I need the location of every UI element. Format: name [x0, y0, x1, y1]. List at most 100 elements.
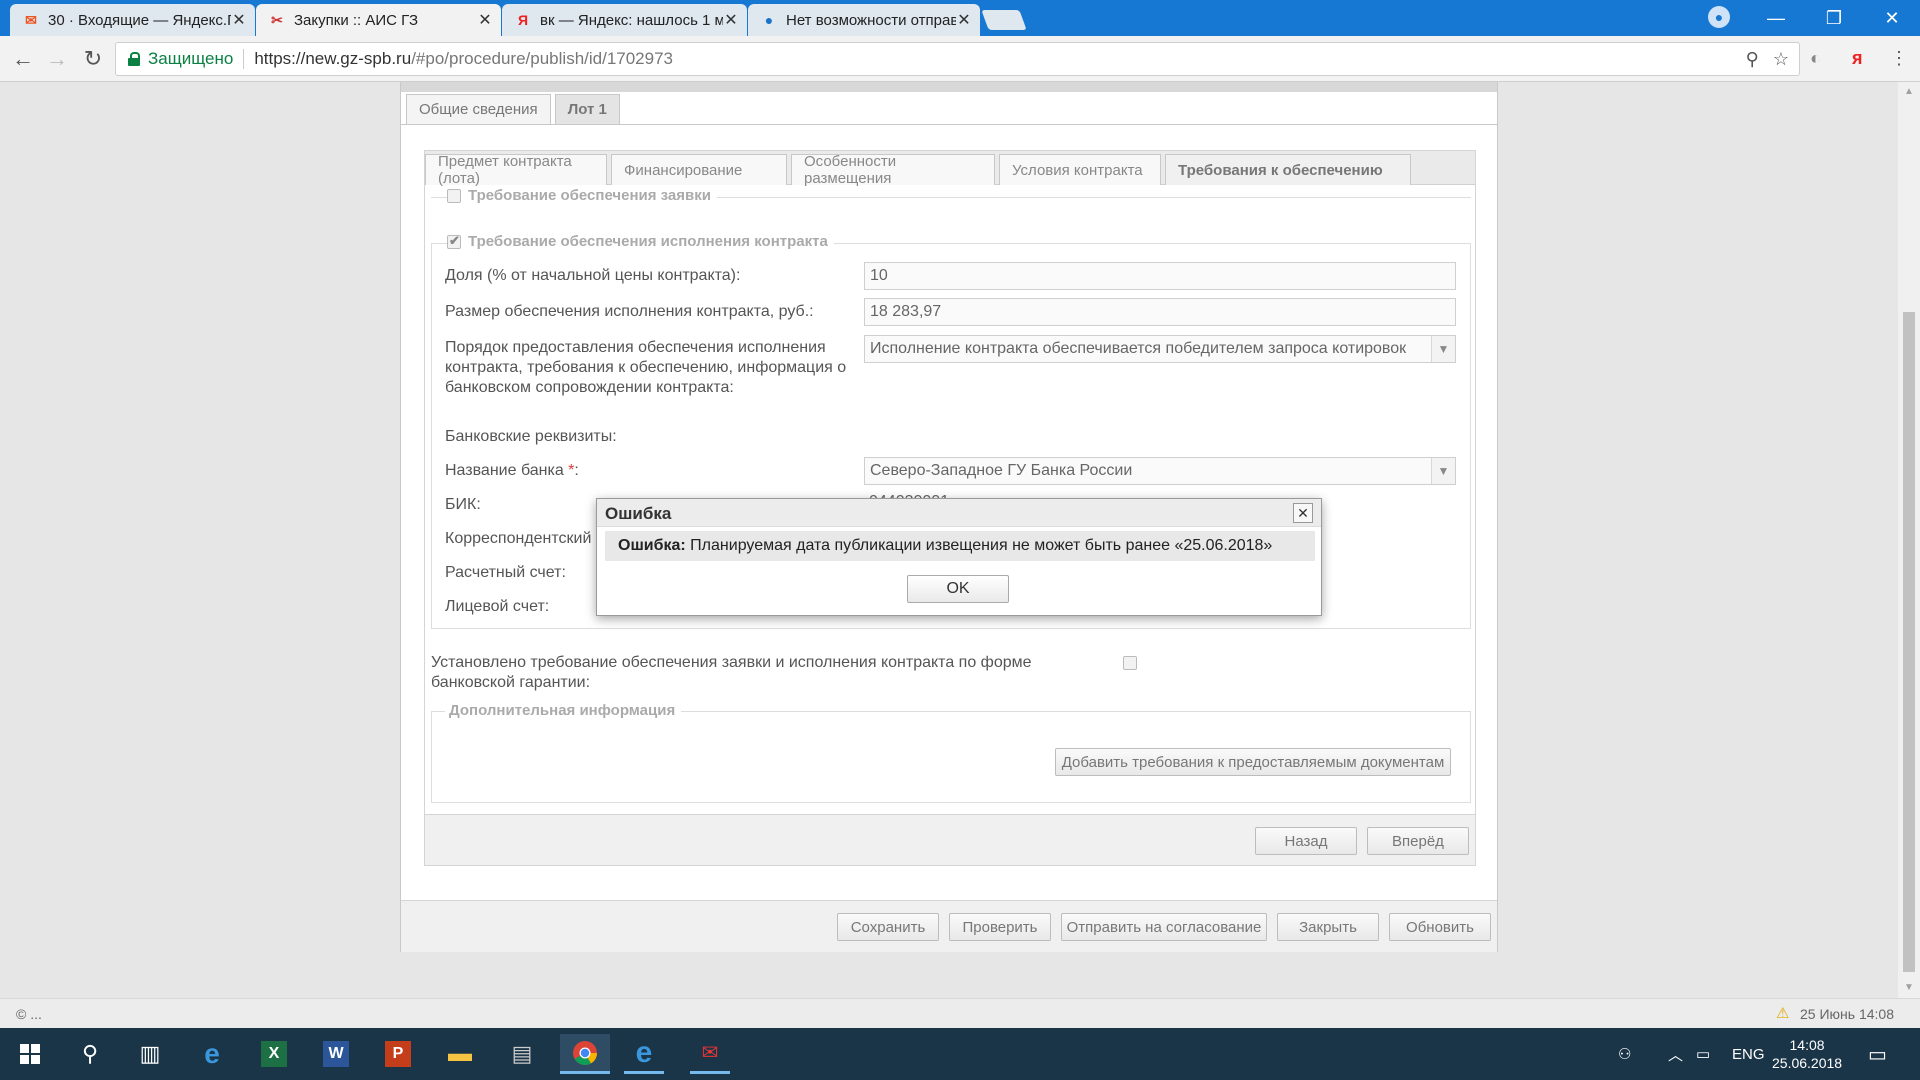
new-tab-button[interactable] [981, 10, 1027, 30]
contract-security-checkbox[interactable] [447, 233, 461, 249]
gz-logo-icon: ✂ [271, 11, 283, 28]
tab-placement[interactable]: Особенности размещения [791, 153, 995, 187]
lock-icon [128, 52, 140, 66]
add-documents-button[interactable]: Добавить требования к предоставляемым до… [1055, 748, 1451, 776]
dialog-title: Ошибка [605, 504, 672, 523]
close-icon[interactable]: ✕ [477, 10, 493, 30]
browser-tab-title: 30 · Входящие — Яндекс.Почта [48, 11, 231, 29]
browser-tab-mail[interactable]: ✉ 30 · Входящие — Яндекс.Почта ✕ [10, 4, 255, 36]
action-bar: Сохранить Проверить Отправить на согласо… [401, 900, 1497, 952]
back-button[interactable]: Назад [1255, 827, 1357, 855]
status-bar: © ... ⚠ 25 Июнь 14:08 [0, 998, 1920, 1028]
taskbar: ⚲ ▥ e X W P ▬ ▤ e ✉ ⚇ ︿ ▭ ENG 14:08 25.0… [0, 1028, 1920, 1080]
page-scrollbar[interactable]: ▲ ▼ [1898, 82, 1920, 998]
tab-contract-subject[interactable]: Предмет контракта (лота) [425, 153, 607, 187]
scroll-down-icon[interactable]: ▼ [1904, 982, 1914, 993]
scroll-up-icon[interactable]: ▲ [1904, 86, 1914, 97]
order-label: Порядок предоставления обеспечения испол… [445, 339, 847, 396]
word-icon[interactable]: W [316, 1034, 356, 1074]
people-icon[interactable]: ⚇ [1618, 1028, 1631, 1080]
forward-button[interactable]: Вперёд [1367, 827, 1469, 855]
bookmark-star-icon[interactable]: ☆ [1773, 49, 1789, 70]
excel-icon[interactable]: X [254, 1034, 294, 1074]
warning-icon: ⚠ [1776, 1005, 1790, 1022]
powerpoint-icon[interactable]: P [378, 1034, 418, 1074]
tab-financing[interactable]: Финансирование [611, 154, 787, 185]
bank-name-select[interactable]: Северо-Западное ГУ Банка России ▼ [864, 457, 1456, 485]
chrome-icon[interactable] [560, 1034, 610, 1074]
panel-header-strip [401, 82, 1497, 92]
tab-contract-terms[interactable]: Условия контракта [999, 154, 1161, 185]
reload-icon[interactable]: ↻ [78, 44, 108, 74]
bid-security-legend: Требование обеспечения заявки [447, 187, 717, 204]
back-icon[interactable]: ← [8, 44, 38, 74]
network-icon[interactable]: ▭ [1696, 1028, 1710, 1080]
bid-security-label: Требование обеспечения заявки [468, 187, 711, 204]
restore-icon[interactable]: ❐ [1806, 0, 1862, 36]
profile-icon[interactable]: ● [1708, 6, 1730, 28]
chevron-up-icon[interactable]: ︿ [1668, 1028, 1683, 1080]
task-view-icon[interactable]: ▥ [130, 1034, 170, 1074]
tab-security-requirements[interactable]: Требования к обеспечению [1165, 154, 1411, 185]
browser-tab-title: вк — Яндекс: нашлось 1 млн [540, 11, 723, 29]
ok-button[interactable]: OK [907, 575, 1009, 603]
extension-icon[interactable]: ◐ [1810, 48, 1821, 69]
save-button[interactable]: Сохранить [837, 913, 939, 941]
menu-icon[interactable]: ⋮ [1890, 48, 1908, 69]
browser-tab-gz[interactable]: ✂ Закупки :: АИС ГЗ ✕ [256, 4, 501, 36]
search-icon[interactable]: ⚲ [70, 1034, 110, 1074]
clock-time: 14:08 [1789, 1037, 1825, 1053]
edge-icon[interactable]: e [192, 1034, 232, 1074]
tab-general[interactable]: Общие сведения [406, 94, 551, 124]
tab-lot-1[interactable]: Лот 1 [554, 94, 620, 124]
scroll-thumb[interactable] [1903, 312, 1915, 972]
bank-name-value: Северо-Западное ГУ Банка России [870, 462, 1133, 479]
divider [401, 124, 1497, 125]
yandex-extension-icon[interactable]: я [1852, 48, 1863, 69]
guarantee-label: Установлено требование обеспечения заявк… [431, 654, 1032, 691]
mail-icon: ✉ [25, 11, 37, 28]
windows-start-icon[interactable] [10, 1034, 50, 1074]
notifications-icon[interactable]: ▭ [1868, 1028, 1887, 1080]
yandex-icon: Я [517, 12, 529, 28]
wizard-nav-bar: Назад Вперёд [424, 814, 1476, 866]
browser-tab-yandex[interactable]: Я вк — Яндекс: нашлось 1 млн ✕ [502, 4, 747, 36]
amount-label: Размер обеспечения исполнения контракта,… [445, 303, 814, 320]
close-icon[interactable]: ✕ [1293, 503, 1313, 523]
close-button[interactable]: Закрыть [1277, 913, 1379, 941]
bid-security-checkbox[interactable] [447, 188, 461, 203]
chevron-down-icon[interactable]: ▼ [1431, 336, 1455, 362]
send-for-approval-button[interactable]: Отправить на согласование [1061, 913, 1267, 941]
browser-tab-title: Нет возможности отправить [786, 11, 956, 29]
close-icon[interactable]: ✕ [956, 10, 972, 30]
share-label: Доля (% от начальной цены контракта): [445, 267, 741, 284]
browser-tab-title: Закупки :: АИС ГЗ [294, 11, 419, 29]
mail-app-icon[interactable]: ✉ [690, 1034, 730, 1074]
dialog-message-prefix: Ошибка: [618, 537, 686, 554]
browser-toolbar: ← → ↻ Защищено https://new.gz-spb.ru/#po… [0, 36, 1920, 82]
bank-name-label: Название банка *: [445, 461, 579, 481]
personal-account-label: Лицевой счет: [445, 598, 550, 615]
zoom-icon[interactable]: ⚲ [1746, 49, 1759, 70]
browser-tab-globe[interactable]: ● Нет возможности отправить ✕ [748, 4, 980, 36]
close-icon[interactable]: ✕ [723, 10, 739, 30]
share-input[interactable]: 10 [864, 262, 1456, 290]
file-explorer-icon[interactable]: ▬ [440, 1034, 480, 1074]
window-close-icon[interactable]: ✕ [1864, 0, 1920, 36]
refresh-button[interactable]: Обновить [1389, 913, 1491, 941]
forward-icon[interactable]: → [42, 44, 72, 74]
minimize-icon[interactable]: — [1748, 0, 1804, 36]
close-icon[interactable]: ✕ [231, 10, 247, 30]
check-button[interactable]: Проверить [949, 913, 1051, 941]
archive-app-icon[interactable]: ▤ [502, 1034, 542, 1074]
chevron-down-icon[interactable]: ▼ [1431, 458, 1455, 484]
clock[interactable]: 14:08 25.06.2018 [1772, 1028, 1842, 1080]
language-indicator[interactable]: ENG [1732, 1028, 1765, 1080]
order-select[interactable]: Исполнение контракта обеспечивается побе… [864, 335, 1456, 363]
amount-input[interactable]: 18 283,97 [864, 298, 1456, 326]
sub-tabs: Предмет контракта (лота) Финансирование … [425, 151, 1475, 187]
address-bar[interactable]: Защищено https://new.gz-spb.ru/#po/proce… [115, 42, 1800, 76]
internet-explorer-icon[interactable]: e [624, 1034, 664, 1074]
guarantee-checkbox[interactable] [1123, 656, 1137, 670]
dialog-message: Ошибка: Планируемая дата публикации изве… [605, 531, 1315, 561]
